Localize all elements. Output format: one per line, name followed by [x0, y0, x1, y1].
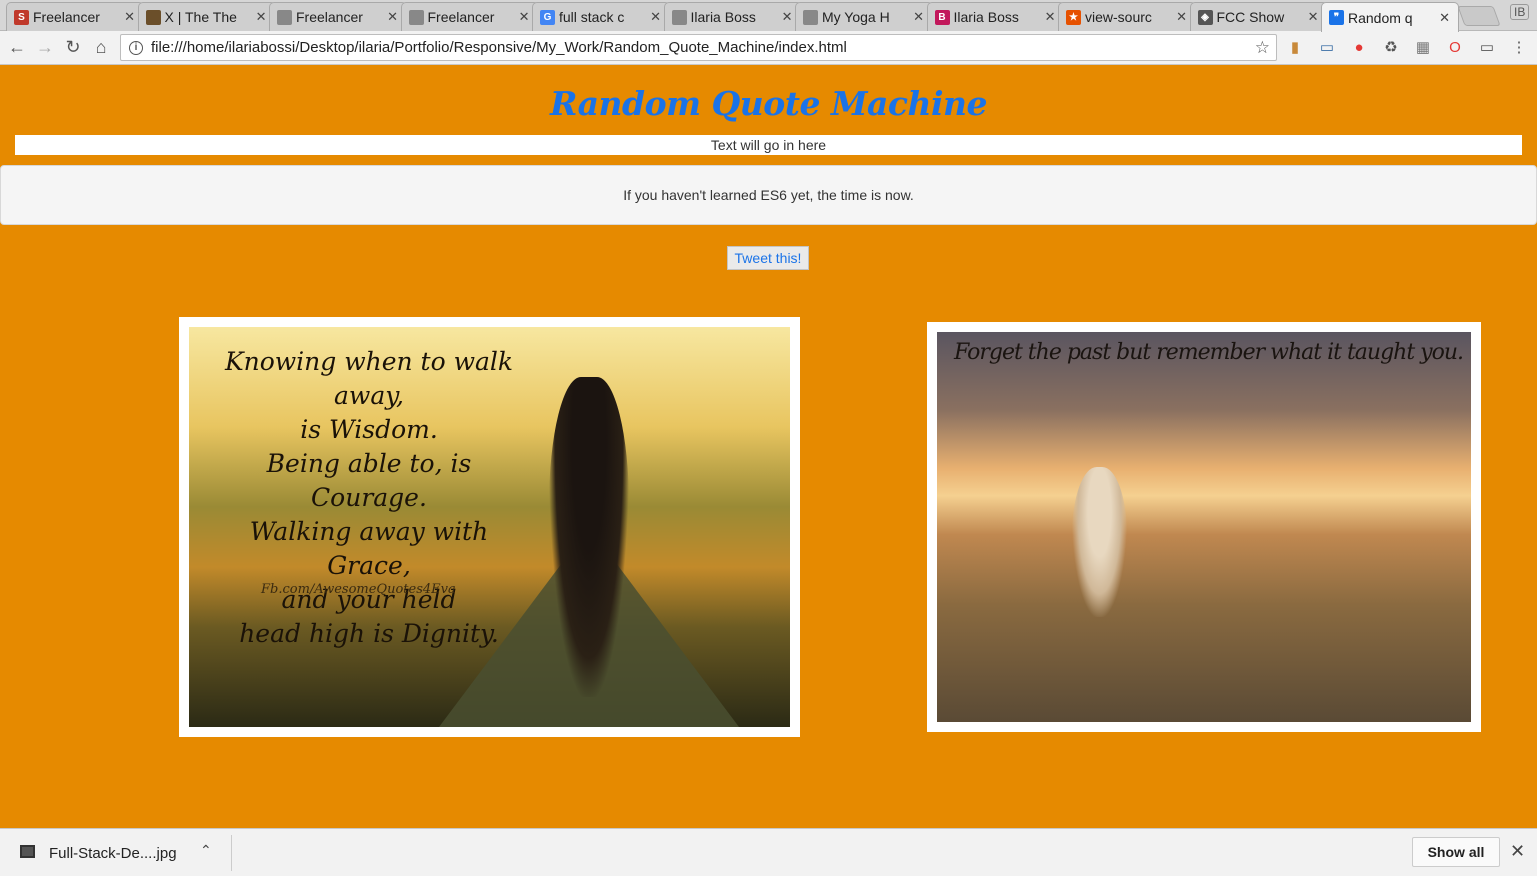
browser-tab[interactable]: ★ view-sourc ✕ [1058, 2, 1196, 31]
page-content: Random Quote Machine Text will go in her… [0, 66, 1537, 828]
favicon-icon: B [934, 10, 950, 25]
browser-tab[interactable]: ◈ FCC Show ✕ [1189, 2, 1328, 31]
tab-title: FCC Show [1216, 9, 1285, 25]
quote-image-2-frame: Forget the past but remember what it tau… [927, 322, 1481, 732]
walking-woman-figure [549, 377, 629, 697]
download-file-name[interactable]: Full-Stack-De....jpg [49, 845, 177, 862]
image-1-line: Being able to, is Courage. [266, 449, 472, 512]
tab-title: full stack c [559, 9, 625, 25]
browser-tab[interactable]: Freelancer ✕ [400, 2, 539, 31]
browser-tab[interactable]: My Yoga H ✕ [795, 2, 933, 31]
tab-title: Ilaria Boss [690, 9, 756, 25]
browser-tab[interactable]: B Ilaria Boss ✕ [926, 2, 1065, 31]
cast-icon[interactable]: ▭ [1478, 39, 1496, 57]
browser-tab[interactable]: Gfull stack c ✕ [532, 2, 670, 31]
text-bar: Text will go in here [15, 135, 1522, 155]
tab-title: Freelancer [296, 9, 363, 25]
url-text[interactable]: file:///home/ilariabossi/Desktop/ilaria/… [151, 39, 847, 56]
tab-close-icon[interactable]: ✕ [1045, 9, 1056, 25]
reload-icon[interactable]: ↻ [62, 37, 84, 58]
favicon-icon: ❞ [1329, 10, 1344, 25]
extension-square-icon[interactable]: ▦ [1414, 39, 1432, 57]
tab-close-icon[interactable]: ✕ [650, 9, 661, 25]
page-title: Random Quote Machine [549, 84, 988, 123]
new-tab-button[interactable] [1457, 6, 1501, 26]
image-1-line: head high is Dignity. [239, 619, 499, 648]
quote-box: If you haven't learned ES6 yet, the time… [0, 165, 1537, 225]
favicon-icon: ★ [1066, 10, 1081, 25]
tab-title: Freelancer [427, 9, 495, 25]
tab-title: Random q [1348, 9, 1413, 26]
browser-tab[interactable]: X | The The ✕ [137, 2, 276, 31]
tab-close-icon[interactable]: ✕ [387, 9, 398, 25]
favicon-icon: G [540, 10, 555, 25]
bookmark-star-icon[interactable]: ☆ [1255, 38, 1270, 58]
color-picker-icon[interactable]: ● [1350, 39, 1368, 57]
favicon-icon [408, 10, 424, 25]
image-1-line: is Wisdom. [300, 415, 438, 444]
tab-close-icon[interactable]: ✕ [782, 9, 793, 25]
browser-tab[interactable]: ❞ Random q ✕ [1321, 2, 1459, 32]
tab-title: Freelancer [33, 9, 100, 25]
tab-close-icon[interactable]: ✕ [519, 9, 530, 25]
show-all-button[interactable]: Show all [1412, 837, 1500, 867]
info-icon[interactable]: i [129, 40, 143, 55]
tab-title: X | The The [164, 9, 237, 25]
tab-close-icon[interactable]: ✕ [256, 9, 267, 25]
tab-close-icon[interactable]: ✕ [1439, 10, 1450, 26]
image-2-quote-text: Forget the past but remember what it tau… [954, 340, 1464, 365]
back-icon[interactable]: ← [6, 37, 28, 58]
tab-title: My Yoga H [822, 9, 890, 25]
tab-strip: S Freelancer ✕ X | The The ✕ Freelancer ✕ Freel… [0, 0, 1537, 32]
woman-in-field-figure [1072, 467, 1127, 617]
image-1-quote-text: Knowing when to walk away, is Wisdom. Be… [209, 345, 529, 651]
file-icon [20, 845, 35, 858]
image-1-line: Walking away with Grace, [249, 517, 489, 580]
tweet-button[interactable]: Tweet this! [727, 246, 809, 270]
favicon-icon [671, 10, 687, 25]
tab-title: Ilaria Boss [953, 9, 1019, 25]
home-icon[interactable]: ⌂ [90, 37, 112, 58]
browser-tab[interactable]: Ilaria Boss ✕ [663, 2, 802, 31]
favicon-icon [277, 10, 292, 25]
favicon-icon: ◈ [1197, 10, 1213, 25]
tab-close-icon[interactable]: ✕ [124, 9, 135, 25]
download-shelf: Full-Stack-De....jpg ⌃ Show all ✕ [0, 828, 1537, 876]
chevron-up-icon[interactable]: ⌃ [200, 842, 212, 859]
quote-image-1: Knowing when to walk away, is Wisdom. Be… [189, 327, 790, 727]
tab-close-icon[interactable]: ✕ [1308, 9, 1319, 25]
menu-icon[interactable]: ⋮ [1510, 39, 1528, 57]
favicon-icon [145, 10, 161, 25]
image-1-credit: Fb.com/AwesomeQuotes4Eva [261, 582, 456, 597]
opera-icon[interactable]: O [1446, 39, 1464, 57]
browser-toolbar: ← → ↻ ⌂ i file:///home/ilariabossi/Deskt… [0, 31, 1537, 65]
tab-close-icon[interactable]: ✕ [913, 9, 924, 25]
extension-icon[interactable]: ▮ [1286, 39, 1304, 57]
image-1-line: Knowing when to walk away, [224, 347, 514, 410]
profile-button[interactable]: IB [1510, 4, 1530, 20]
browser-tab[interactable]: S Freelancer ✕ [6, 2, 144, 31]
address-bar[interactable]: i file:///home/ilariabossi/Desktop/ilari… [120, 34, 1277, 61]
close-icon[interactable]: ✕ [1510, 841, 1525, 862]
browser-tab[interactable]: Freelancer ✕ [269, 2, 407, 31]
recycle-icon[interactable]: ♻ [1382, 39, 1400, 57]
divider [231, 835, 232, 871]
screen-capture-icon[interactable]: ▭ [1318, 39, 1336, 57]
tab-close-icon[interactable]: ✕ [1176, 9, 1187, 25]
quote-image-1-frame: Knowing when to walk away, is Wisdom. Be… [179, 317, 800, 737]
forward-icon[interactable]: → [34, 37, 56, 58]
quote-image-2: Forget the past but remember what it tau… [937, 332, 1471, 722]
favicon-icon: S [14, 10, 29, 25]
tab-title: view-sourc [1085, 9, 1152, 25]
favicon-icon [803, 10, 818, 25]
